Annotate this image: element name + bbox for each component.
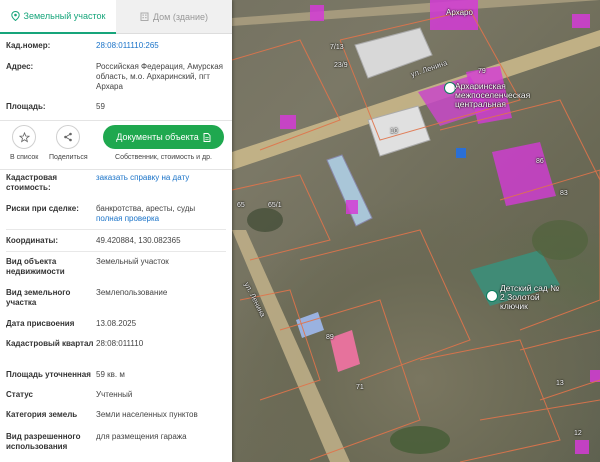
map-house-number: 23/9 xyxy=(334,62,348,69)
row-cad-quarter: Кадастровый квартал 28:08:011110 xyxy=(0,339,232,349)
action-bar: В список Поделиться Документы объекта Со… xyxy=(0,120,232,170)
map-poi-school[interactable]: Архаринская межпоселенческая центральная xyxy=(455,82,530,109)
cad-quarter-value: 28:08:011110 xyxy=(96,339,144,348)
row-plot-type: Вид земельного участка Землепользование xyxy=(0,288,232,308)
share-label: Поделиться xyxy=(49,154,88,161)
land-category-label: Категория земель xyxy=(6,410,78,419)
parcel-highlight xyxy=(492,142,556,206)
row-permitted-use: Вид разрешенного использования для разме… xyxy=(0,432,232,452)
kindergarten-pin-icon[interactable] xyxy=(486,290,498,302)
building-long xyxy=(326,154,373,227)
map-house-number: 12 xyxy=(574,430,582,437)
add-to-list-label: В список xyxy=(10,154,39,161)
row-risks: Риски при сделке: банкротства, аресты, с… xyxy=(0,204,232,224)
object-type-label: Вид объекта недвижимости xyxy=(6,257,65,276)
map-house-number: 65/1 xyxy=(268,202,282,209)
map-house-number: 71 xyxy=(356,384,364,391)
building-icon xyxy=(140,12,149,21)
address-label: Адрес: xyxy=(6,62,34,71)
map-house-number: 89 xyxy=(326,334,334,341)
permitted-use-value: для размещения гаража xyxy=(96,432,187,441)
row-cad-number: Кад.номер: 28:08:011110:265 xyxy=(0,41,232,51)
map-house-number: 83 xyxy=(560,190,568,197)
parcel-highlight xyxy=(575,440,589,454)
row-assigned-date: Дата присвоения 13.08.2025 xyxy=(0,319,232,329)
map-pin-icon xyxy=(10,11,20,21)
documents-subtitle: Собственник, стоимость и др. xyxy=(115,154,212,161)
area-value: 59 xyxy=(96,102,105,111)
divider xyxy=(6,251,226,252)
coords-label: Координаты: xyxy=(6,236,59,245)
row-object-type: Вид объекта недвижимости Земельный участ… xyxy=(0,257,232,277)
cad-number-label: Кад.номер: xyxy=(6,41,51,50)
map-house-number: 65 xyxy=(237,202,245,209)
tab-bar: Земельный участок Дом (здание) xyxy=(0,0,232,34)
row-address: Адрес: Российская Федерация, Амурская об… xyxy=(0,62,232,92)
coords-value: 49.420884, 130.082365 xyxy=(96,236,181,245)
parcel-highlight xyxy=(346,200,358,214)
full-check-link[interactable]: полная проверка xyxy=(96,214,226,224)
plot-type-value: Землепользование xyxy=(96,288,168,297)
status-value: Учтенный xyxy=(96,390,133,399)
row-area: Площадь: 59 xyxy=(0,102,232,112)
document-icon xyxy=(203,132,211,142)
row-status: Статус Учтенный xyxy=(0,390,232,400)
map-street-label: Архаро xyxy=(446,8,473,17)
address-value: Российская Федерация, Амурская область, … xyxy=(96,62,223,91)
tab-land-plot-label: Земельный участок xyxy=(23,11,106,21)
cad-value-label: Кадастровая стоимость: xyxy=(6,173,58,192)
object-documents-button[interactable]: Документы объекта xyxy=(103,125,224,149)
map-house-number: 86 xyxy=(536,158,544,165)
add-to-list-button[interactable]: В список xyxy=(10,125,38,161)
plot-type-label: Вид земельного участка xyxy=(6,288,71,307)
map-house-number: 13 xyxy=(556,380,564,387)
row-cad-value: Кадастровая стоимость: заказать справку … xyxy=(0,173,232,193)
object-documents-label: Документы объекта xyxy=(116,132,199,142)
refined-area-value: 59 кв. м xyxy=(96,370,125,379)
cad-quarter-label: Кадастровый квартал xyxy=(6,339,94,348)
assigned-date-label: Дата присвоения xyxy=(6,319,75,328)
divider xyxy=(6,229,226,230)
risks-label: Риски при сделке: xyxy=(6,204,79,213)
permitted-use-label: Вид разрешенного использования xyxy=(6,432,81,451)
map-poi-kindergarten[interactable]: Детский сад № 2 Золотой ключик xyxy=(500,284,566,311)
object-type-value: Земельный участок xyxy=(96,257,169,266)
building-small-blue xyxy=(296,312,324,338)
tab-land-plot[interactable]: Земельный участок xyxy=(0,0,116,34)
map-house-number: 10 xyxy=(390,128,398,135)
tab-building[interactable]: Дом (здание) xyxy=(116,0,232,34)
parcel-highlight xyxy=(310,5,324,21)
map-house-number: 7/13 xyxy=(330,44,344,51)
map-marker xyxy=(456,148,466,158)
cad-number-value[interactable]: 28:08:011110:265 xyxy=(96,41,159,50)
order-certificate-link[interactable]: заказать справку на дату xyxy=(96,173,189,182)
share-button[interactable]: Поделиться xyxy=(49,125,88,161)
row-refined-area: Площадь уточненная 59 кв. м xyxy=(0,370,232,380)
parcel-highlight xyxy=(572,14,590,28)
building-pink xyxy=(330,330,360,372)
share-icon xyxy=(64,132,73,142)
area-label: Площадь: xyxy=(6,102,46,111)
row-coords: Координаты: 49.420884, 130.082365 xyxy=(0,236,232,246)
row-land-category: Категория земель Земли населенных пункто… xyxy=(0,410,232,420)
star-icon xyxy=(18,131,30,143)
parcel-highlight xyxy=(280,115,296,129)
land-category-value: Земли населенных пунктов xyxy=(96,410,198,419)
refined-area-label: Площадь уточненная xyxy=(6,370,91,379)
info-panel: Земельный участок Дом (здание) Кад.номер… xyxy=(0,0,232,462)
tab-building-label: Дом (здание) xyxy=(152,11,209,22)
assigned-date-value: 13.08.2025 xyxy=(96,319,137,328)
map-house-number: 79 xyxy=(478,68,486,75)
risks-value: банкротства, аресты, суды xyxy=(96,204,196,213)
status-label: Статус xyxy=(6,390,33,399)
